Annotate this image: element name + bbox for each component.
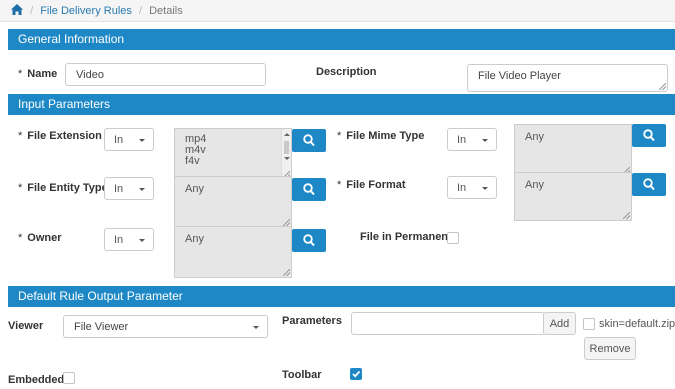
chevron-down-icon (139, 188, 145, 191)
section-header-general: General Information (8, 29, 675, 50)
toolbar-label: Toolbar (282, 369, 322, 381)
file-format-search-button[interactable] (632, 173, 666, 196)
param-item-checkbox[interactable] (583, 318, 595, 330)
owner-value: Any (185, 233, 204, 245)
home-icon[interactable] (11, 4, 23, 15)
owner-operator-select[interactable]: In (104, 228, 154, 251)
file-extension-list[interactable]: mp4 m4v f4v (174, 128, 292, 180)
description-textarea[interactable]: File Video Player (467, 64, 668, 92)
search-icon (303, 134, 315, 147)
resize-grip-icon[interactable] (283, 219, 290, 226)
file-in-permanent-label: File in Permanent (360, 231, 452, 243)
file-format-value: Any (525, 179, 544, 191)
name-label: * Name (18, 68, 58, 80)
file-extension-label: * File Extension (18, 130, 102, 142)
check-icon (352, 370, 361, 378)
file-extension-search-button[interactable] (292, 129, 326, 152)
description-label: Description (316, 66, 377, 78)
file-format-field[interactable]: Any (514, 172, 632, 221)
owner-field[interactable]: Any (174, 226, 292, 278)
parameters-input[interactable] (351, 312, 545, 335)
file-entity-type-search-button[interactable] (292, 178, 326, 201)
resize-grip-icon[interactable] (283, 269, 290, 276)
list-item[interactable]: f4v (185, 156, 291, 167)
resize-grip-icon[interactable] (623, 212, 630, 219)
chevron-down-icon (482, 139, 488, 142)
description-value: File Video Player (478, 70, 561, 82)
breadcrumb-current: Details (149, 5, 183, 17)
file-mime-type-field[interactable]: Any (514, 124, 632, 176)
file-entity-type-operator-select[interactable]: In (104, 177, 154, 200)
search-icon (303, 183, 315, 196)
search-icon (643, 178, 655, 191)
owner-label: * Owner (18, 232, 62, 244)
name-input[interactable]: Video (65, 63, 266, 86)
breadcrumb: / File Delivery Rules / Details (0, 0, 675, 22)
embedded-checkbox[interactable] (63, 372, 75, 384)
file-mime-type-operator-select[interactable]: In (447, 128, 497, 151)
file-entity-type-value: Any (185, 183, 204, 195)
parameters-label: Parameters (282, 315, 342, 327)
viewer-label: Viewer (8, 320, 44, 332)
list-item[interactable]: m4v (185, 145, 291, 156)
section-header-input: Input Parameters (8, 94, 675, 115)
file-mime-type-search-button[interactable] (632, 124, 666, 147)
param-item-label: skin=default.zip (599, 318, 675, 330)
embedded-label: Embedded (8, 374, 65, 386)
file-format-label: * File Format (337, 179, 406, 191)
file-entity-type-field[interactable]: Any (174, 176, 292, 228)
file-mime-type-label: * File Mime Type (337, 130, 425, 142)
chevron-down-icon (253, 326, 259, 329)
file-in-permanent-checkbox[interactable] (447, 232, 459, 244)
viewer-select[interactable]: File Viewer (63, 315, 268, 338)
search-icon (303, 234, 315, 247)
add-button[interactable]: Add (543, 312, 576, 335)
file-entity-type-label: * File Entity Type (18, 182, 108, 194)
breadcrumb-link-file-delivery-rules[interactable]: File Delivery Rules (40, 5, 132, 17)
chevron-down-icon (482, 187, 488, 190)
owner-search-button[interactable] (292, 229, 326, 252)
chevron-down-icon (139, 139, 145, 142)
remove-button[interactable]: Remove (584, 337, 636, 360)
toolbar-checkbox[interactable] (350, 368, 362, 380)
resize-grip-icon[interactable] (659, 83, 666, 90)
chevron-down-icon (139, 239, 145, 242)
file-mime-type-value: Any (525, 131, 544, 143)
section-header-output: Default Rule Output Parameter (8, 286, 675, 307)
file-extension-operator-select[interactable]: In (104, 128, 154, 151)
search-icon (643, 129, 655, 142)
file-format-operator-select[interactable]: In (447, 176, 497, 199)
